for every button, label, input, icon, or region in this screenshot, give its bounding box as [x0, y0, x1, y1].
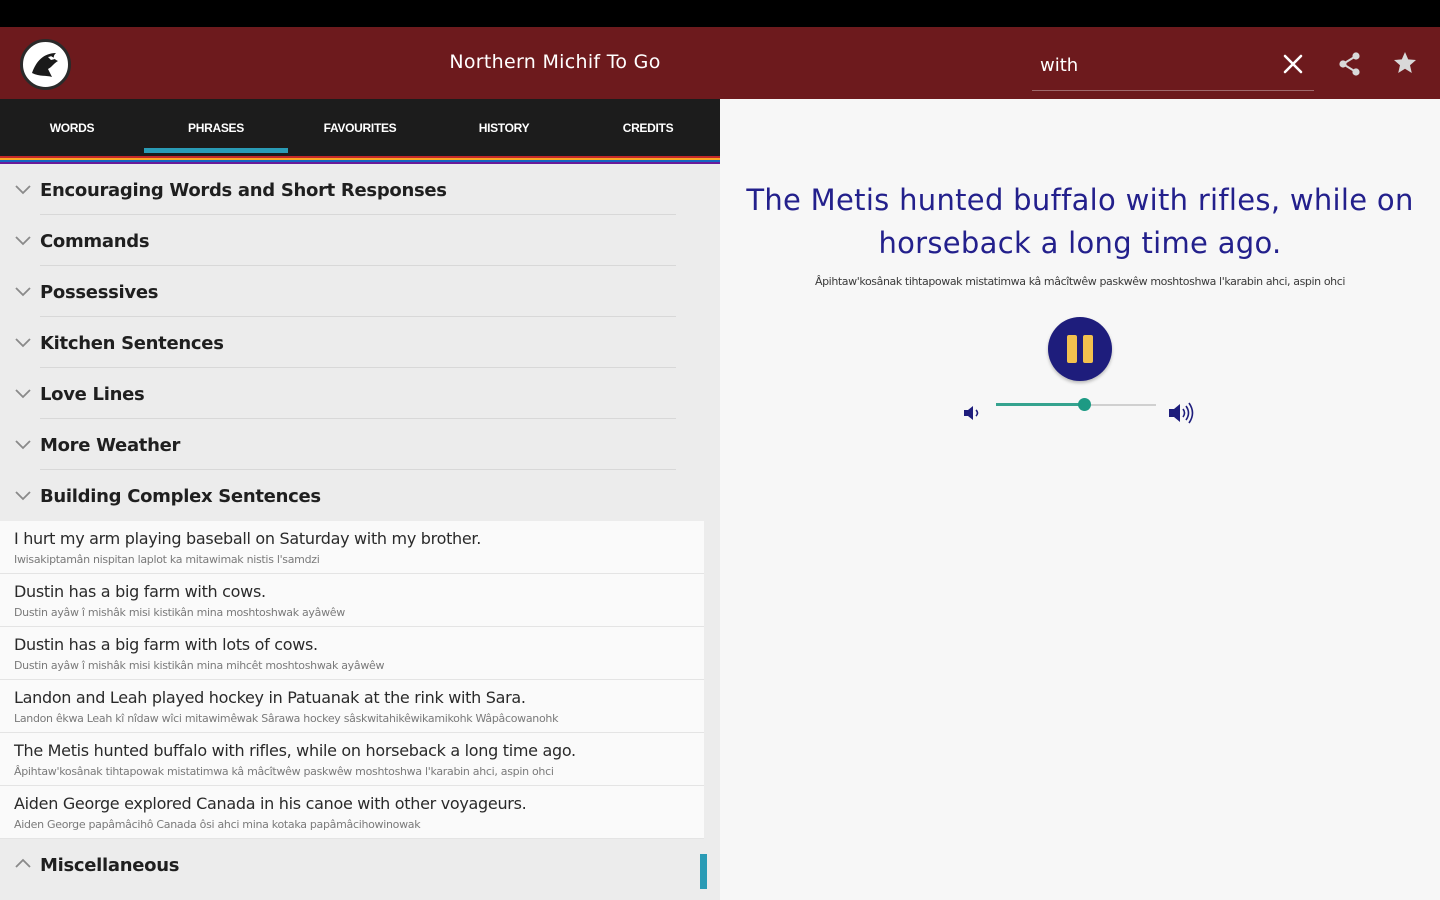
pause-icon: [1067, 335, 1077, 363]
category-label: Building Complex Sentences: [40, 486, 321, 507]
chevron-down-icon: [15, 491, 31, 501]
category-love-lines[interactable]: Love Lines: [0, 368, 704, 419]
volume-slider-fill: [996, 403, 1084, 406]
phrase-michif: Aiden George papâmâcihô Canada ôsi ahci …: [14, 818, 421, 831]
search-field: [1032, 47, 1314, 91]
category-label: Kitchen Sentences: [40, 333, 224, 354]
status-bar: [0, 0, 1440, 27]
category-label: Encouraging Words and Short Responses: [40, 180, 447, 201]
category-label: Miscellaneous: [40, 855, 180, 876]
tab-phrases[interactable]: PHRASES: [144, 99, 288, 156]
phrase-english: Aiden George explored Canada in his cano…: [14, 794, 527, 813]
pause-button[interactable]: [1048, 317, 1112, 381]
tab-history[interactable]: HISTORY: [432, 99, 576, 156]
chevron-up-icon: [15, 858, 31, 868]
tab-favourites[interactable]: FAVOURITES: [288, 99, 432, 156]
phrase-browser: WORDS PHRASES FAVOURITES HISTORY CREDITS…: [0, 99, 720, 900]
chevron-down-icon: [15, 440, 31, 450]
category-possessives[interactable]: Possessives: [0, 266, 704, 317]
phrase-michif: Iwisakiptamân nispitan laplot ka mitawim…: [14, 553, 320, 566]
search-input[interactable]: [1040, 51, 1260, 79]
phrase-english-title: The Metis hunted buffalo with rifles, wh…: [746, 183, 1414, 260]
share-icon[interactable]: [1336, 50, 1364, 78]
scrollbar-thumb[interactable]: [700, 854, 707, 889]
chevron-down-icon: [15, 185, 31, 195]
phrase-item[interactable]: Aiden George explored Canada in his cano…: [0, 786, 704, 839]
chevron-down-icon: [15, 389, 31, 399]
category-building-complex-sentences[interactable]: Building Complex Sentences: [0, 470, 704, 521]
phrase-item[interactable]: Dustin has a big farm with cows. Dustin …: [0, 574, 704, 627]
phrase-english: Dustin has a big farm with cows.: [14, 582, 266, 601]
category-commands[interactable]: Commands: [0, 215, 704, 266]
app-bar: Northern Michif To Go: [0, 27, 1440, 99]
category-encouraging-words[interactable]: Encouraging Words and Short Responses: [0, 164, 704, 215]
category-miscellaneous[interactable]: Miscellaneous: [0, 839, 704, 891]
chevron-down-icon: [15, 236, 31, 246]
tab-bar: WORDS PHRASES FAVOURITES HISTORY CREDITS: [0, 99, 720, 156]
volume-low-icon[interactable]: [960, 402, 984, 424]
chevron-down-icon: [15, 338, 31, 348]
tab-credits[interactable]: CREDITS: [576, 99, 720, 156]
volume-high-icon[interactable]: [1166, 399, 1198, 427]
phrase-michif: Dustin ayâw î mishâk misi kistikân mina …: [14, 606, 345, 619]
category-label: Possessives: [40, 282, 159, 303]
tab-words[interactable]: WORDS: [0, 99, 144, 156]
category-more-weather[interactable]: More Weather: [0, 419, 704, 470]
eagle-logo-icon[interactable]: [20, 39, 71, 90]
phrase-detail: The Metis hunted buffalo with rifles, wh…: [720, 99, 1440, 900]
category-label: Commands: [40, 231, 150, 252]
phrase-english: Dustin has a big farm with lots of cows.: [14, 635, 318, 654]
phrase-item-selected[interactable]: The Metis hunted buffalo with rifles, wh…: [0, 733, 704, 786]
volume-slider-thumb[interactable]: [1078, 398, 1091, 411]
phrase-item[interactable]: Dustin has a big farm with lots of cows.…: [0, 627, 704, 680]
category-label: Love Lines: [40, 384, 145, 405]
phrase-item[interactable]: Landon and Leah played hockey in Patuana…: [0, 680, 704, 733]
app-title: Northern Michif To Go: [449, 51, 661, 73]
phrase-list: I hurt my arm playing baseball on Saturd…: [0, 521, 704, 839]
volume-slider[interactable]: [996, 397, 1156, 413]
category-list[interactable]: Encouraging Words and Short Responses Co…: [0, 164, 720, 900]
phrase-michif: Landon êkwa Leah kî nîdaw wîci mitawimêw…: [14, 712, 559, 725]
phrase-item[interactable]: I hurt my arm playing baseball on Saturd…: [0, 521, 704, 574]
metis-sash-stripe: [0, 156, 720, 164]
category-kitchen-sentences[interactable]: Kitchen Sentences: [0, 317, 704, 368]
close-icon[interactable]: [1280, 51, 1306, 77]
phrase-michif-translation: Âpihtaw'kosânak tihtapowak mistatimwa kâ…: [814, 275, 1346, 288]
chevron-down-icon: [15, 287, 31, 297]
phrase-english: Landon and Leah played hockey in Patuana…: [14, 688, 526, 707]
phrase-michif: Dustin ayâw î mishâk misi kistikân mina …: [14, 659, 385, 672]
phrase-english: The Metis hunted buffalo with rifles, wh…: [14, 741, 576, 760]
star-icon[interactable]: [1392, 50, 1418, 76]
phrase-english: I hurt my arm playing baseball on Saturd…: [14, 529, 482, 548]
category-label: More Weather: [40, 435, 181, 456]
phrase-michif: Âpihtaw'kosânak tihtapowak mistatimwa kâ…: [14, 765, 554, 778]
